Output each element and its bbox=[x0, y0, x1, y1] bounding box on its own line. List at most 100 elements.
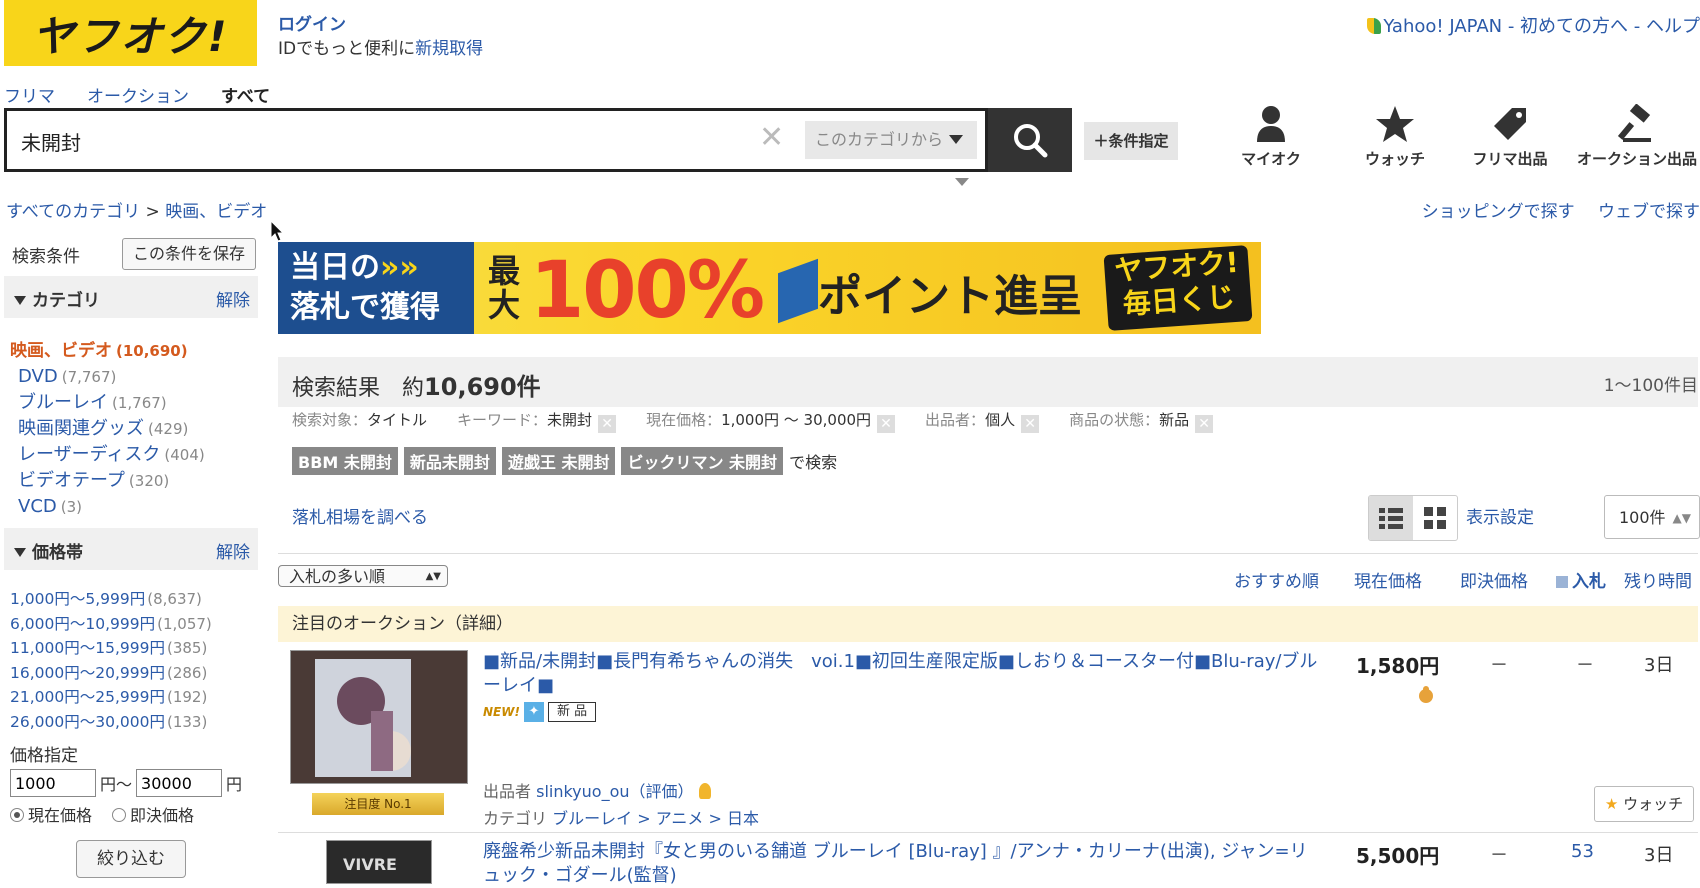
yahuoku-logo[interactable]: ヤフオク! bbox=[4, 0, 257, 66]
item-image bbox=[291, 651, 467, 783]
price-spec-label: 価格指定 bbox=[10, 746, 78, 766]
sort-time-left[interactable]: 残り時間 bbox=[1624, 567, 1692, 592]
item-bids[interactable]: 53 bbox=[1571, 841, 1594, 862]
sort-bids[interactable]: 入札 bbox=[1556, 567, 1606, 592]
price-clear-link[interactable]: 解除 bbox=[216, 538, 250, 563]
remove-filter-icon[interactable]: ✕ bbox=[598, 415, 617, 433]
mouse-cursor-icon bbox=[270, 220, 284, 242]
category-item[interactable]: レーザーディスク (404) bbox=[18, 442, 205, 468]
tab-auction[interactable]: オークション bbox=[87, 82, 189, 107]
sort-active-icon bbox=[1556, 576, 1568, 588]
bid-hand-icon bbox=[1416, 684, 1436, 704]
radio-buynow-price[interactable]: 即決価格 bbox=[112, 802, 194, 826]
item-price: 1,580円 bbox=[1356, 654, 1440, 678]
login-link[interactable]: ログイン bbox=[278, 10, 346, 35]
seller-rating-link[interactable]: （評価） bbox=[630, 782, 694, 801]
save-conditions-button[interactable]: この条件を保存 bbox=[122, 238, 256, 270]
caret-down-icon bbox=[949, 135, 964, 144]
clear-search-icon[interactable]: ✕ bbox=[759, 121, 784, 155]
item-thumbnail[interactable] bbox=[290, 650, 468, 784]
id-signup-note: IDでもっと便利に新規取得 bbox=[278, 39, 484, 59]
list-view-icon bbox=[1379, 508, 1403, 529]
radio-current-price[interactable]: 現在価格 bbox=[10, 802, 92, 826]
promo-banner[interactable]: 当日の»» 落札で獲得 最大 100% ポイント進呈 ヤフオク! 毎日くじ bbox=[278, 242, 1261, 334]
price-range-item[interactable]: 26,000円～30,000円 (133) bbox=[10, 710, 212, 735]
related-tag[interactable]: 新品未開封 bbox=[403, 447, 496, 475]
seller-link[interactable]: slinkyuo_ou bbox=[536, 782, 629, 801]
auction-listing-button[interactable]: オークション出品 bbox=[1577, 104, 1697, 169]
remove-filter-icon[interactable]: ✕ bbox=[877, 415, 896, 433]
market-tabs: フリマ オークション すべて bbox=[4, 82, 270, 107]
related-tag[interactable]: ビックリマン 未開封 bbox=[621, 447, 784, 475]
category-item[interactable]: ビデオテープ (320) bbox=[18, 468, 205, 494]
stepper-icon: ▲▼ bbox=[1672, 511, 1691, 525]
breadcrumb-all-categories[interactable]: すべてのカテゴリ bbox=[6, 202, 140, 222]
category-scope-select[interactable]: このカテゴリから bbox=[805, 121, 977, 159]
breadcrumb-current[interactable]: 映画、ビデオ bbox=[165, 202, 267, 222]
top-right-links[interactable]: Yahoo! JAPAN - 初めての方へ - ヘルプ bbox=[1367, 12, 1700, 38]
star-icon: ★ bbox=[1604, 795, 1619, 813]
related-tag[interactable]: 遊戯王 未開封 bbox=[501, 447, 616, 475]
item-title-link[interactable]: ■新品/未開封■長門有希ちゃんの消失 voi.1■初回生産限定版■しおり＆コース… bbox=[483, 650, 1323, 698]
sort-recommended[interactable]: おすすめ順 bbox=[1234, 567, 1319, 592]
view-toggle bbox=[1368, 495, 1458, 541]
signup-link[interactable]: 新規取得 bbox=[415, 39, 483, 59]
current-category: 映画、ビデオ (10,690) bbox=[10, 341, 188, 361]
per-page-select[interactable]: 100件 ▲▼ bbox=[1604, 495, 1700, 539]
item-thumbnail[interactable]: VIVRE bbox=[326, 840, 432, 884]
active-filters: 検索対象：タイトル キーワード：未開封 ✕ 現在価格：1,000円 ～ 30,00… bbox=[292, 409, 1214, 433]
price-range-item[interactable]: 21,000円～25,999円 (192) bbox=[10, 685, 212, 710]
expand-caret-icon[interactable] bbox=[955, 178, 969, 186]
myauction-button[interactable]: マイオク bbox=[1211, 104, 1331, 169]
featured-auction-bar[interactable]: 注目のオークション（詳細） bbox=[278, 606, 1698, 642]
category-item[interactable]: VCD (3) bbox=[18, 494, 205, 520]
flea-listing-button[interactable]: フリマ出品 bbox=[1450, 104, 1570, 169]
price-max-input[interactable] bbox=[136, 769, 223, 797]
watch-button[interactable]: ★ ウォッチ bbox=[1594, 786, 1694, 822]
sort-select[interactable]: 入札の多い順 ▲▼ bbox=[278, 565, 448, 587]
price-range-item[interactable]: 16,000円～20,999円 (286) bbox=[10, 661, 212, 686]
search-box: ✕ このカテゴリから bbox=[4, 108, 988, 172]
grid-view-button[interactable] bbox=[1413, 496, 1457, 540]
breadcrumb: すべてのカテゴリ > 映画、ビデオ bbox=[6, 202, 268, 222]
banner-badge: ヤフオク! 毎日くじ bbox=[1103, 245, 1253, 331]
tab-all[interactable]: すべて bbox=[221, 82, 270, 107]
conditions-label: 検索条件 bbox=[12, 247, 80, 267]
condition-button[interactable]: ＋条件指定 bbox=[1084, 122, 1178, 160]
search-input[interactable] bbox=[19, 123, 743, 159]
filter-price: 現在価格：1,000円 ～ 30,000円 ✕ bbox=[646, 409, 896, 433]
price-type-radios: 現在価格 即決価格 bbox=[10, 802, 194, 826]
category-item[interactable]: DVD (7,767) bbox=[18, 364, 205, 390]
related-tag[interactable]: BBM 未開封 bbox=[292, 447, 398, 475]
search-button[interactable] bbox=[988, 108, 1072, 172]
condition-badge: 新 品 bbox=[547, 702, 597, 722]
price-range-item[interactable]: 6,000円～10,999円 (1,057) bbox=[10, 612, 212, 637]
price-min-input[interactable] bbox=[10, 769, 96, 797]
remove-filter-icon[interactable]: ✕ bbox=[1195, 415, 1214, 433]
display-settings-link[interactable]: 表示設定 bbox=[1466, 503, 1534, 528]
narrow-down-button[interactable]: 絞り込む bbox=[76, 840, 186, 878]
results-header: 検索結果 約10,690件 1～100件目 bbox=[278, 357, 1698, 407]
category-clear-link[interactable]: 解除 bbox=[216, 286, 250, 311]
sort-buynow-price[interactable]: 即決価格 bbox=[1460, 567, 1528, 592]
price-section-header[interactable]: 価格帯 解除 bbox=[4, 528, 258, 570]
price-range-list: 1,000円～5,999円 (8,637) 6,000円～10,999円 (1,05… bbox=[10, 587, 212, 734]
shopping-search-link[interactable]: ショッピングで探す bbox=[1422, 202, 1575, 222]
item-title-link[interactable]: 廃盤希少新品未開封『女と男のいる舗道 ブルーレイ [Blu-ray] 』/アンナ… bbox=[483, 840, 1323, 888]
price-range-item[interactable]: 11,000円～15,999円 (385) bbox=[10, 636, 212, 661]
tag-icon bbox=[1494, 108, 1526, 140]
gavel-icon bbox=[1617, 104, 1651, 142]
category-item[interactable]: ブルーレイ (1,767) bbox=[18, 390, 205, 416]
sort-current-price[interactable]: 現在価格 bbox=[1354, 567, 1422, 592]
price-range-item[interactable]: 1,000円～5,999円 (8,637) bbox=[10, 587, 212, 612]
tab-flea[interactable]: フリマ bbox=[4, 82, 55, 107]
category-item[interactable]: 映画関連グッズ (429) bbox=[18, 416, 205, 442]
category-section-header[interactable]: カテゴリ 解除 bbox=[4, 276, 258, 318]
result-count: 10,690件 bbox=[424, 373, 541, 401]
grid-view-icon bbox=[1424, 507, 1446, 529]
watch-list-button[interactable]: ウォッチ bbox=[1335, 104, 1455, 169]
market-price-link[interactable]: 落札相場を調べる bbox=[292, 503, 428, 528]
list-view-button[interactable] bbox=[1369, 496, 1413, 540]
web-search-link[interactable]: ウェブで探す bbox=[1598, 202, 1700, 222]
remove-filter-icon[interactable]: ✕ bbox=[1021, 415, 1040, 433]
